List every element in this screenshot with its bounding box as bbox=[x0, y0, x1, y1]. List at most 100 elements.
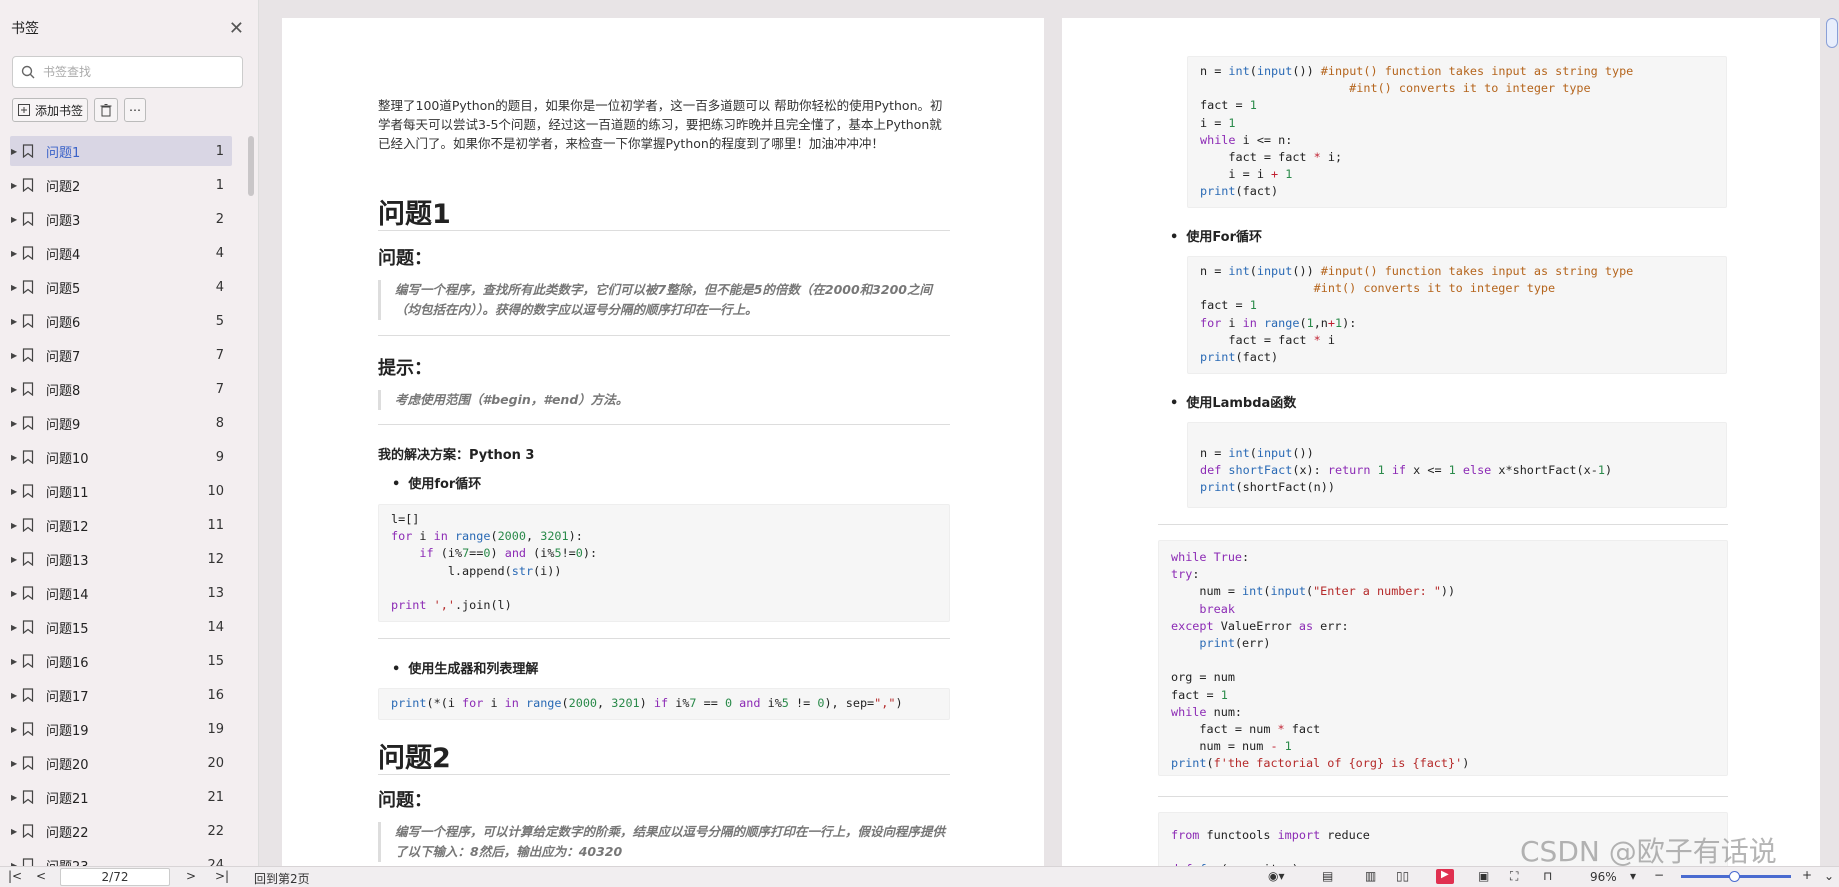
bookmark-icon bbox=[22, 484, 34, 498]
divider bbox=[378, 230, 950, 231]
bookmark-item[interactable]: ▶ 问题13 12 bbox=[0, 542, 258, 576]
bookmark-item[interactable]: ▶ 问题8 7 bbox=[0, 372, 258, 406]
bookmark-page-number: 20 bbox=[207, 755, 224, 771]
expand-arrow-icon[interactable]: ▶ bbox=[11, 691, 17, 700]
zoom-out-icon[interactable]: − bbox=[1654, 868, 1664, 882]
bookmark-icon bbox=[22, 348, 34, 362]
expand-arrow-icon[interactable]: ▶ bbox=[11, 623, 17, 632]
expand-icon[interactable]: ⌄ bbox=[1824, 869, 1834, 883]
bookmark-item[interactable]: ▶ 问题4 4 bbox=[0, 236, 258, 270]
bookmark-page-number: 15 bbox=[207, 653, 224, 669]
expand-arrow-icon[interactable]: ▶ bbox=[11, 725, 17, 734]
expand-arrow-icon[interactable]: ▶ bbox=[11, 759, 17, 768]
code-block: n = int(input()) #input() function takes… bbox=[1187, 56, 1727, 208]
expand-arrow-icon[interactable]: ▶ bbox=[11, 181, 17, 190]
bookmark-item[interactable]: ▶ 问题16 15 bbox=[0, 644, 258, 678]
bookmark-label: 问题1 bbox=[46, 145, 81, 161]
bookmark-sidebar: 书签 ✕ 添加书签 ⋯ ▶问题11▶问题21▶问题32▶问题44▶问题54▶问题… bbox=[0, 0, 259, 875]
zoom-scroll-handle[interactable] bbox=[1826, 18, 1838, 48]
bookmark-icon bbox=[22, 552, 34, 566]
bookmark-label: 问题15 bbox=[46, 621, 89, 637]
expand-arrow-icon[interactable]: ▶ bbox=[11, 419, 17, 428]
back-to-page-link[interactable]: 回到第2页 bbox=[254, 870, 310, 887]
add-bookmark-button[interactable]: 添加书签 bbox=[12, 98, 89, 122]
expand-arrow-icon[interactable]: ▶ bbox=[11, 215, 17, 224]
expand-arrow-icon[interactable]: ▶ bbox=[11, 521, 17, 530]
bookmark-icon bbox=[22, 654, 34, 668]
bookmark-label: 问题14 bbox=[46, 587, 89, 603]
bookmark-icon bbox=[22, 620, 34, 634]
bookmark-item[interactable]: ▶ 问题6 5 bbox=[0, 304, 258, 338]
bookmark-icon bbox=[22, 518, 34, 532]
expand-arrow-icon[interactable]: ▶ bbox=[11, 249, 17, 258]
divider bbox=[1158, 796, 1728, 797]
bullet-lambda: 使用Lambda函数 bbox=[1170, 392, 1296, 411]
fit-page-icon[interactable]: ⛶ bbox=[1510, 869, 1518, 884]
bookmark-item[interactable]: ▶ 问题10 9 bbox=[0, 440, 258, 474]
zoom-in-icon[interactable]: + bbox=[1802, 868, 1812, 882]
bookmark-item[interactable]: ▶ 问题22 22 bbox=[0, 814, 258, 848]
bookmark-view-icon[interactable]: ⊓ bbox=[1543, 869, 1552, 883]
next-page-icon[interactable]: > bbox=[186, 869, 196, 883]
bookmark-item[interactable]: ▶ 问题20 20 bbox=[0, 746, 258, 780]
close-icon[interactable]: ✕ bbox=[229, 18, 244, 39]
zoom-slider-knob[interactable] bbox=[1729, 871, 1740, 882]
expand-arrow-icon[interactable]: ▶ bbox=[11, 351, 17, 360]
zoom-dropdown-icon[interactable]: ▾ bbox=[1630, 869, 1636, 883]
expand-arrow-icon[interactable]: ▶ bbox=[11, 453, 17, 462]
bookmark-item[interactable]: ▶ 问题9 8 bbox=[0, 406, 258, 440]
bookmark-page-number: 11 bbox=[207, 517, 224, 533]
document-page-2: n = int(input()) #input() function takes… bbox=[1062, 18, 1820, 866]
question-2-heading: 问题2 bbox=[378, 743, 451, 774]
expand-arrow-icon[interactable]: ▶ bbox=[11, 657, 17, 666]
bookmark-search-input[interactable] bbox=[41, 64, 242, 80]
divider bbox=[378, 335, 950, 336]
last-page-icon[interactable]: >| bbox=[215, 869, 229, 883]
bullet-for-loop: 使用For循环 bbox=[1170, 226, 1262, 245]
zoom-level[interactable]: 96% bbox=[1590, 870, 1617, 884]
bookmark-page-number: 1 bbox=[215, 177, 224, 193]
bookmark-item[interactable]: ▶ 问题2 1 bbox=[0, 168, 258, 202]
bookmark-item[interactable]: ▶ 问题17 16 bbox=[0, 678, 258, 712]
sidebar-scrollbar[interactable] bbox=[248, 136, 254, 196]
expand-arrow-icon[interactable]: ▶ bbox=[11, 385, 17, 394]
bookmark-item[interactable]: ▶ 问题3 2 bbox=[0, 202, 258, 236]
book-view-icon[interactable]: ▣ bbox=[1478, 869, 1489, 883]
bookmark-item[interactable]: ▶ 问题15 14 bbox=[0, 610, 258, 644]
bookmark-icon bbox=[22, 688, 34, 702]
two-page-view-icon[interactable]: ▯▯ bbox=[1396, 869, 1409, 883]
prev-page-icon[interactable]: < bbox=[36, 869, 46, 883]
expand-arrow-icon[interactable]: ▶ bbox=[11, 317, 17, 326]
expand-arrow-icon[interactable]: ▶ bbox=[11, 555, 17, 564]
bookmark-item[interactable]: ▶ 问题11 10 bbox=[0, 474, 258, 508]
expand-arrow-icon[interactable]: ▶ bbox=[11, 589, 17, 598]
expand-arrow-icon[interactable]: ▶ bbox=[11, 793, 17, 802]
bookmark-item[interactable]: ▶ 问题19 19 bbox=[0, 712, 258, 746]
bookmark-item[interactable]: ▶ 问题5 4 bbox=[0, 270, 258, 304]
bookmark-item[interactable]: ▶ 问题7 7 bbox=[0, 338, 258, 372]
page-number-input[interactable]: 2/72 bbox=[60, 868, 170, 886]
expand-arrow-icon[interactable]: ▶ bbox=[11, 283, 17, 292]
expand-arrow-icon[interactable]: ▶ bbox=[11, 827, 17, 836]
bookmark-item[interactable]: ▶ 问题12 11 bbox=[0, 508, 258, 542]
bookmark-item[interactable]: ▶ 问题1 1 bbox=[0, 134, 258, 168]
delete-bookmark-button[interactable] bbox=[94, 98, 119, 122]
bookmark-page-number: 14 bbox=[207, 619, 224, 635]
add-bookmark-icon bbox=[18, 104, 30, 116]
bookmark-page-number: 7 bbox=[215, 381, 224, 397]
continuous-view-icon[interactable]: ▥ bbox=[1365, 869, 1376, 883]
bookmark-page-number: 8 bbox=[215, 415, 224, 431]
expand-arrow-icon[interactable]: ▶ bbox=[11, 147, 17, 156]
bookmark-label: 问题12 bbox=[46, 519, 89, 535]
first-page-icon[interactable]: |< bbox=[8, 869, 22, 883]
more-options-button[interactable]: ⋯ bbox=[124, 98, 147, 122]
bookmark-search[interactable] bbox=[12, 56, 243, 88]
bookmark-label: 问题16 bbox=[46, 655, 89, 671]
bookmark-label: 问题13 bbox=[46, 553, 89, 569]
bookmark-icon bbox=[22, 824, 34, 838]
expand-arrow-icon[interactable]: ▶ bbox=[11, 487, 17, 496]
bookmark-item[interactable]: ▶ 问题14 13 bbox=[0, 576, 258, 610]
bookmark-item[interactable]: ▶ 问题21 21 bbox=[0, 780, 258, 814]
eye-icon[interactable]: ◉▾ bbox=[1268, 869, 1285, 883]
single-page-view-icon[interactable]: ▤ bbox=[1322, 869, 1333, 883]
